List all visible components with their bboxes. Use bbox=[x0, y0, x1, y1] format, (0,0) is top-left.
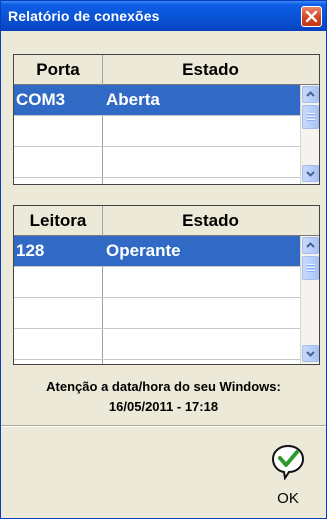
ports-grid: Porta Estado COM3 Aberta bbox=[13, 54, 320, 185]
chevron-up-icon bbox=[306, 242, 315, 248]
chevron-down-icon bbox=[306, 351, 315, 357]
ports-scrollbar[interactable] bbox=[300, 85, 319, 184]
close-icon bbox=[305, 10, 318, 23]
connections-report-window: Relatório de conexões Porta Estado COM3 … bbox=[0, 0, 327, 519]
chevron-down-icon bbox=[306, 171, 315, 177]
readers-grid: Leitora Estado 128 Operante bbox=[13, 205, 320, 365]
title-bar[interactable]: Relatório de conexões bbox=[1, 1, 326, 31]
scroll-up-button[interactable] bbox=[302, 237, 319, 254]
ok-label: OK bbox=[277, 490, 299, 507]
chevron-up-icon bbox=[306, 91, 315, 97]
divider bbox=[1, 425, 326, 427]
table-row[interactable] bbox=[14, 147, 300, 178]
ports-grid-header: Porta Estado bbox=[14, 55, 319, 85]
table-row[interactable] bbox=[14, 329, 300, 360]
state-cell: Aberta bbox=[106, 90, 160, 109]
port-column-header[interactable]: Porta bbox=[14, 55, 102, 84]
reader-column-header[interactable]: Leitora bbox=[14, 206, 102, 235]
table-row[interactable] bbox=[14, 116, 300, 147]
scroll-up-button[interactable] bbox=[302, 86, 319, 103]
state-column-header[interactable]: Estado bbox=[102, 206, 319, 235]
scroll-down-button[interactable] bbox=[302, 165, 319, 182]
table-row[interactable] bbox=[14, 267, 300, 298]
table-row[interactable] bbox=[14, 298, 300, 329]
scroll-thumb[interactable] bbox=[302, 256, 319, 280]
state-column-header[interactable]: Estado bbox=[102, 55, 319, 84]
port-cell: COM3 bbox=[16, 90, 66, 109]
scroll-thumb[interactable] bbox=[302, 105, 319, 129]
warning-datetime: 16/05/2011 - 17:18 bbox=[108, 399, 219, 414]
state-cell: Operante bbox=[106, 241, 181, 260]
table-row[interactable]: COM3 Aberta bbox=[14, 85, 300, 116]
window-title: Relatório de conexões bbox=[8, 8, 160, 24]
warning-line-1: Atenção a data/hora do seu Windows: bbox=[46, 379, 281, 394]
reader-cell: 128 bbox=[16, 241, 45, 260]
table-row[interactable]: 128 Operante bbox=[14, 236, 300, 267]
close-button[interactable] bbox=[301, 6, 322, 27]
checkmark-icon bbox=[271, 444, 305, 480]
readers-scrollbar[interactable] bbox=[300, 236, 319, 364]
readers-grid-header: Leitora Estado bbox=[14, 206, 319, 236]
scroll-down-button[interactable] bbox=[302, 345, 319, 362]
ok-button[interactable]: OK bbox=[265, 442, 311, 508]
